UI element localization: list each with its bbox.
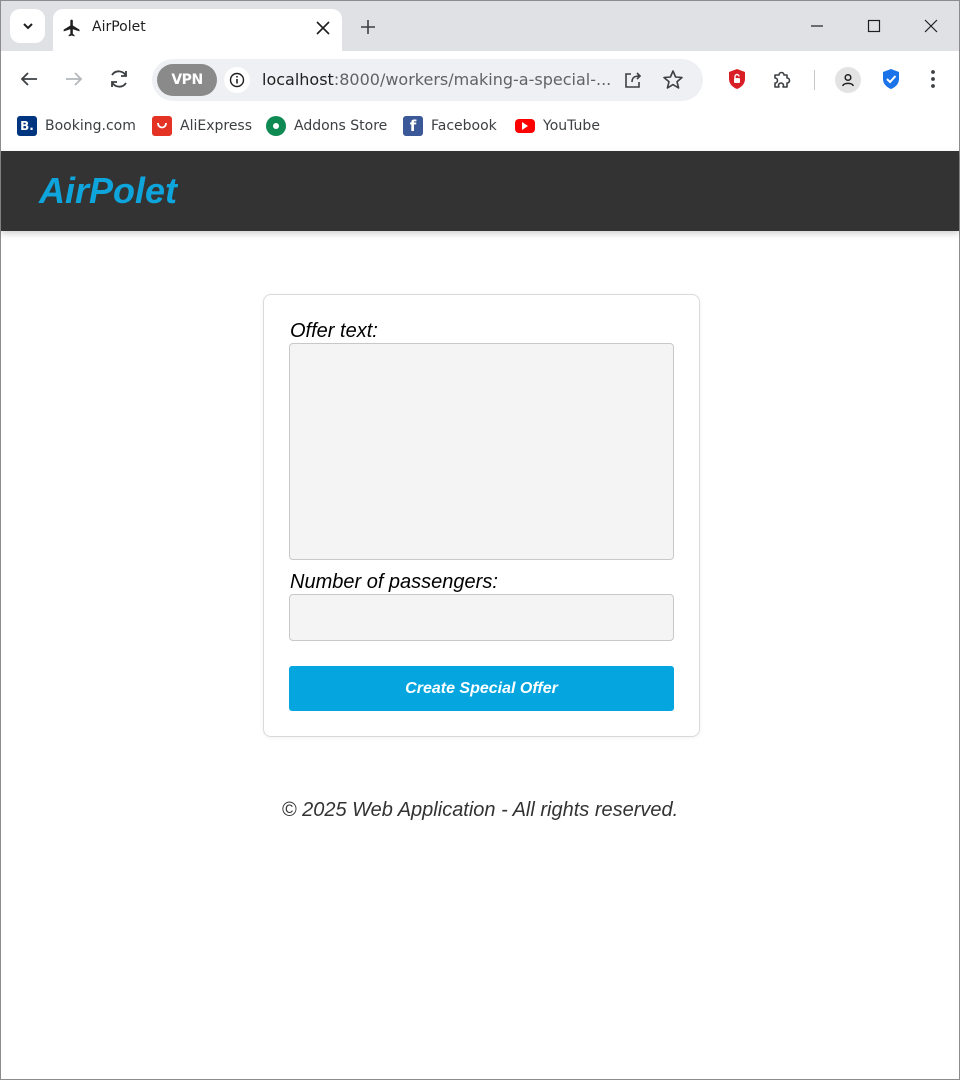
create-special-offer-button[interactable]: Create Special Offer xyxy=(289,666,674,711)
bookmark-label: Facebook xyxy=(431,118,497,134)
aliexpress-icon xyxy=(152,116,172,136)
offer-text-input[interactable] xyxy=(289,343,674,560)
more-vertical-icon xyxy=(931,70,935,88)
browser-tab[interactable]: AirPolet xyxy=(53,9,342,51)
address-bar[interactable]: VPN localhost:8000/workers/making-a-spec… xyxy=(152,59,703,101)
chevron-down-icon xyxy=(22,23,33,30)
minimize-icon xyxy=(811,25,823,27)
offer-text-label: Offer text: xyxy=(290,320,378,342)
info-icon xyxy=(229,72,245,88)
toolbar-separator xyxy=(814,70,815,90)
tab-close-button[interactable] xyxy=(311,16,335,40)
puzzle-icon xyxy=(774,71,791,88)
maximize-button[interactable] xyxy=(859,11,889,41)
bookmark-addons-store[interactable]: Addons Store xyxy=(266,116,387,136)
bookmark-label: YouTube xyxy=(543,118,600,134)
addons-store-icon xyxy=(266,116,286,136)
extensions-button[interactable] xyxy=(767,64,797,94)
profile-button[interactable] xyxy=(835,67,861,93)
browser-toolbar: VPN localhost:8000/workers/making-a-spec… xyxy=(1,51,959,107)
red-shield-icon xyxy=(729,69,745,89)
airplane-icon xyxy=(63,19,80,37)
vpn-label: VPN xyxy=(171,72,203,88)
bookmark-label: Addons Store xyxy=(294,118,388,134)
share-icon xyxy=(625,72,642,88)
extension-shield-red[interactable] xyxy=(722,64,752,94)
profile-icon xyxy=(842,73,854,87)
arrow-right-icon xyxy=(66,72,83,86)
close-icon xyxy=(316,21,330,35)
bookmark-aliexpress[interactable]: AliExpress xyxy=(152,116,252,136)
booking-icon: B. xyxy=(17,116,37,136)
tab-search-button[interactable] xyxy=(10,9,45,43)
youtube-icon xyxy=(515,119,535,133)
site-info-button[interactable] xyxy=(224,67,250,93)
bookmark-youtube[interactable]: YouTube xyxy=(515,116,600,136)
bookmark-star-button[interactable] xyxy=(661,68,685,92)
bookmark-booking[interactable]: B. Booking.com xyxy=(17,116,136,136)
close-window-button[interactable] xyxy=(916,11,946,41)
blue-shield-icon xyxy=(883,69,899,89)
share-button[interactable] xyxy=(621,68,645,92)
forward-button[interactable] xyxy=(58,63,90,95)
minimize-button[interactable] xyxy=(802,11,832,41)
facebook-icon: f xyxy=(403,116,423,136)
plus-icon xyxy=(361,20,375,34)
bookmark-label: Booking.com xyxy=(45,118,136,134)
page-footer: © 2025 Web Application - All rights rese… xyxy=(281,799,679,821)
bookmarks-bar: B. Booking.com AliExpress Addons Store f… xyxy=(1,107,959,151)
close-icon xyxy=(924,19,938,33)
tab-strip: AirPolet xyxy=(1,1,959,51)
bookmark-label: AliExpress xyxy=(180,118,253,134)
extension-shield-blue[interactable] xyxy=(876,64,906,94)
passengers-input[interactable] xyxy=(289,594,674,641)
passengers-label: Number of passengers: xyxy=(290,571,498,593)
back-button[interactable] xyxy=(13,63,45,95)
new-tab-button[interactable] xyxy=(354,13,382,41)
star-icon xyxy=(663,70,683,89)
special-offer-form: Offer text: Number of passengers: Create… xyxy=(263,294,700,737)
url-path: :8000/workers/making-a-special-... xyxy=(333,70,612,89)
vpn-button[interactable]: VPN xyxy=(157,64,217,96)
app-header: AirPolet xyxy=(1,151,959,231)
maximize-icon xyxy=(867,19,881,33)
brand-logo[interactable]: AirPolet xyxy=(39,170,177,212)
tab-title: AirPolet xyxy=(92,19,146,35)
url-text[interactable]: localhost:8000/workers/making-a-special-… xyxy=(262,70,611,89)
arrow-left-icon xyxy=(20,72,37,86)
browser-menu-button[interactable] xyxy=(918,64,948,94)
bookmark-facebook[interactable]: f Facebook xyxy=(403,116,497,136)
url-host: localhost xyxy=(262,70,334,89)
reload-button[interactable] xyxy=(103,63,135,95)
reload-icon xyxy=(111,70,127,88)
